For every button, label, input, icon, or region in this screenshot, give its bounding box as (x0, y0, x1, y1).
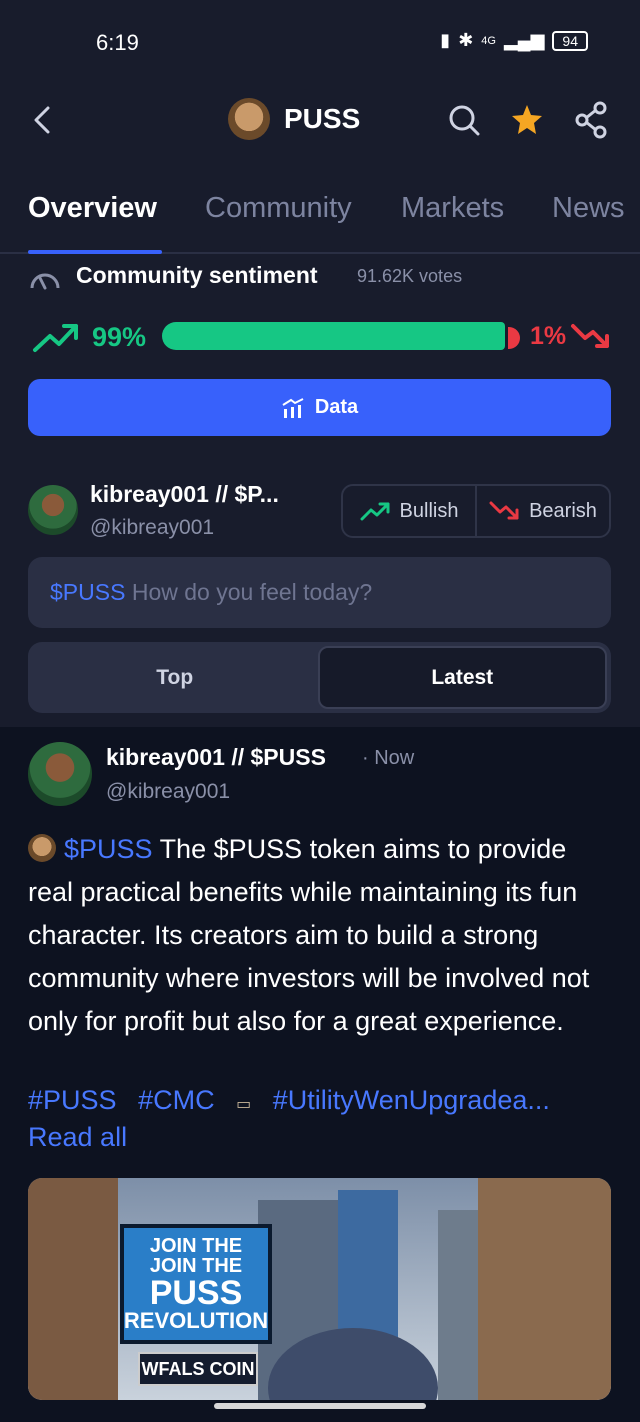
post-hashtags: #PUSS #CMC ▭ #UtilityWenUpgradea... (28, 1085, 618, 1116)
image-billboard: JOIN THE JOIN THE PUSS REVOLUTION (120, 1224, 272, 1344)
bullish-percent: 99% (92, 322, 147, 352)
bearish-bar (508, 327, 520, 349)
tab-overview[interactable]: Overview (28, 192, 157, 225)
sort-top[interactable]: Top (32, 646, 318, 709)
composer-placeholder: How do you feel today? (131, 579, 373, 605)
post-author[interactable]: kibreay001 // $PUSS (106, 744, 326, 771)
data-button-label: Data (314, 396, 359, 418)
trending-down-icon (571, 324, 609, 348)
tab-markets[interactable]: Markets (401, 192, 504, 225)
vibrate-icon: ▮ (440, 30, 451, 50)
sort-toggle: Top Latest (28, 642, 611, 713)
home-indicator[interactable] (214, 1403, 426, 1409)
avatar[interactable] (28, 485, 78, 535)
bluetooth-icon: ✱ (458, 30, 474, 50)
battery-indicator: 94 (552, 30, 588, 51)
bullish-button[interactable]: Bullish (343, 486, 475, 536)
signal-icon: ▂▄▆ (503, 30, 545, 50)
composer-cashtag: $PUSS (50, 579, 126, 605)
data-button[interactable]: Data (28, 379, 611, 436)
trending-up-icon (360, 502, 390, 521)
post-composer-input[interactable]: $PUSS How do you feel today? (28, 557, 611, 628)
coin-logo-icon (28, 834, 56, 862)
post-time: · Now (362, 747, 415, 769)
tab-news[interactable]: News (552, 192, 625, 225)
post-avatar[interactable] (28, 742, 92, 806)
back-arrow-icon[interactable] (28, 100, 58, 140)
post-text: The $PUSS token aims to provide real pra… (28, 834, 590, 1036)
coin-logo (228, 98, 270, 140)
composer-user-handle: @kibreay001 (90, 516, 215, 539)
search-icon[interactable] (446, 100, 482, 140)
active-tab-indicator (28, 250, 162, 254)
sentiment-title: Community sentiment (76, 262, 318, 288)
bearish-label: Bearish (529, 499, 597, 522)
sort-latest[interactable]: Latest (317, 646, 607, 709)
sentiment-vote-group: Bullish Bearish (341, 484, 611, 538)
ticket-icon: ▭ (236, 1096, 252, 1113)
hashtag[interactable]: #PUSS (28, 1085, 117, 1115)
bullish-label: Bullish (399, 499, 459, 522)
bearish-percent: 1% (530, 322, 567, 350)
composer-user-name: kibreay001 // $P... (90, 481, 279, 507)
bearish-button[interactable]: Bearish (475, 486, 609, 536)
post-image[interactable]: JOIN THE JOIN THE PUSS REVOLUTION WFALS … (28, 1178, 611, 1400)
star-icon[interactable] (509, 100, 545, 140)
bullish-bar (162, 322, 505, 350)
read-all-link[interactable]: Read all (28, 1122, 127, 1153)
network-type: 4G (481, 34, 496, 47)
hashtag[interactable]: #CMC (138, 1085, 215, 1115)
trending-up-icon (33, 324, 78, 352)
status-icons: ▮ ✱ 4G ▂▄▆ 94 (440, 30, 588, 51)
share-icon[interactable] (574, 100, 610, 140)
post-body: $PUSS The $PUSS token aims to provide re… (28, 828, 618, 1043)
hashtag[interactable]: #UtilityWenUpgradea... (273, 1085, 550, 1115)
sentiment-votes: 91.62K votes (357, 266, 463, 286)
chart-icon (282, 397, 304, 418)
status-time: 6:19 (96, 30, 139, 55)
post-handle: @kibreay001 (106, 780, 231, 803)
trending-down-icon (489, 501, 519, 520)
image-sign: WFALS COIN (138, 1352, 258, 1386)
post-cashtag[interactable]: $PUSS (64, 834, 153, 864)
gauge-icon (30, 273, 60, 290)
page-title: PUSS (284, 103, 361, 134)
tab-community[interactable]: Community (205, 192, 352, 225)
